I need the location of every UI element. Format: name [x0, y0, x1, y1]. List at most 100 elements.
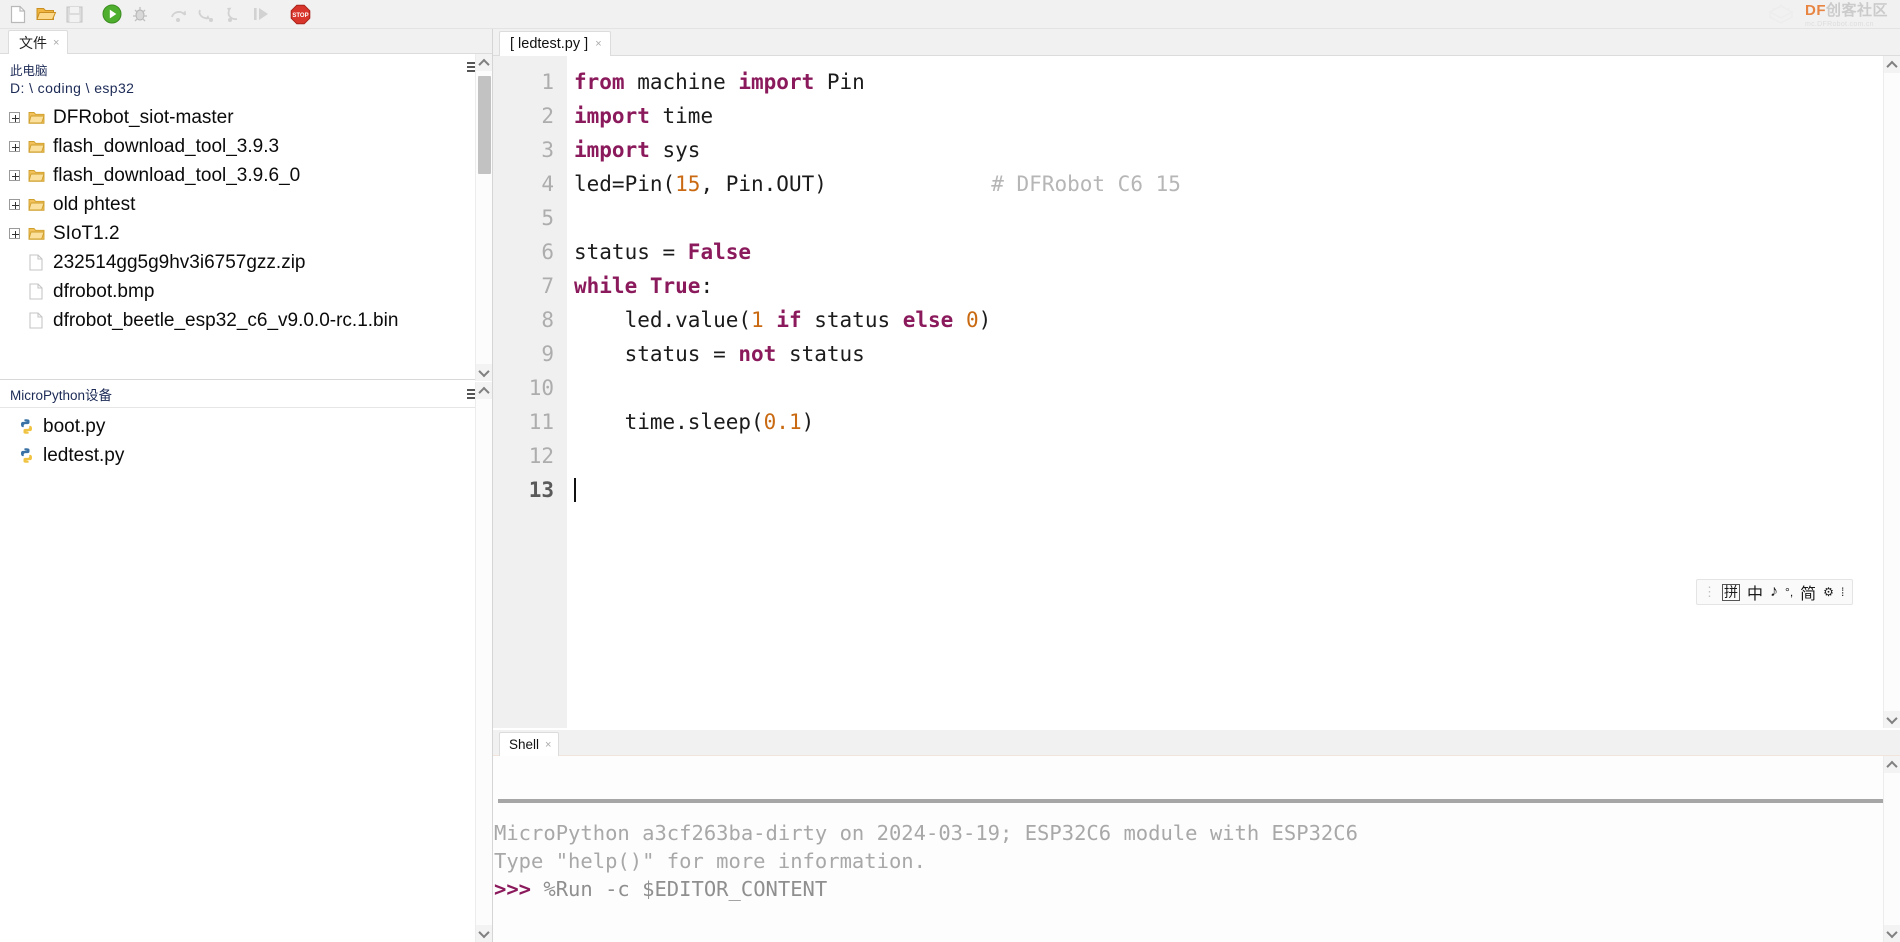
- file-tree: DFRobot_siot-master flash_download_tool_3…: [0, 101, 492, 335]
- tree-item-232514gg5g9hv3i6757gzz-zip[interactable]: 232514gg5g9hv3i6757gzz.zip: [0, 248, 492, 277]
- shell-body[interactable]: MicroPython a3cf263ba-dirty on 2024-03-1…: [493, 756, 1900, 942]
- open-folder-icon[interactable]: [33, 1, 59, 27]
- shell-output: MicroPython a3cf263ba-dirty on 2024-03-1…: [493, 803, 1900, 903]
- ime-punctuation-icon[interactable]: °,: [1785, 585, 1793, 599]
- code-line[interactable]: led=Pin(15, Pin.OUT) # DFRobot C6 15: [574, 167, 1883, 201]
- line-number: 8: [541, 308, 554, 332]
- brand-subtitle: mc.DFRobot.com.cn: [1804, 21, 1874, 28]
- code-line[interactable]: while True:: [574, 269, 1883, 303]
- device-file-boot-py[interactable]: boot.py: [0, 412, 492, 441]
- scroll-up-icon[interactable]: [476, 54, 492, 71]
- code-line[interactable]: [574, 473, 1883, 507]
- scroll-up-icon[interactable]: [1884, 56, 1900, 73]
- ime-more-icon[interactable]: ⁞: [1841, 585, 1844, 599]
- code-token: not: [738, 342, 777, 366]
- close-icon[interactable]: ×: [595, 38, 601, 50]
- brand-cn: 创客社区: [1825, 2, 1888, 19]
- code-line[interactable]: led.value(1 if status else 0): [574, 303, 1883, 337]
- code-token: else: [890, 308, 966, 332]
- close-icon[interactable]: ×: [545, 739, 551, 751]
- files-tabbar: 文件 ×: [0, 29, 492, 54]
- shell-input[interactable]: [493, 756, 1900, 799]
- code-token: time: [662, 104, 714, 128]
- folder-icon: [25, 110, 47, 125]
- code-line[interactable]: [574, 439, 1883, 473]
- code-line[interactable]: [574, 371, 1883, 405]
- code-line[interactable]: import time: [574, 99, 1883, 133]
- tree-item-flash-download-tool-3-9-6-0[interactable]: flash_download_tool_3.9.6_0: [0, 161, 492, 190]
- scrollbar-thumb[interactable]: [478, 76, 491, 174]
- scroll-down-icon[interactable]: [476, 925, 492, 942]
- debug-icon[interactable]: [127, 1, 153, 27]
- ime-language-icon[interactable]: 中: [1747, 580, 1763, 604]
- device-list-scrollbar[interactable]: [475, 382, 492, 942]
- tree-item-dfrobot-siot-master[interactable]: DFRobot_siot-master: [0, 103, 492, 132]
- ime-toolbar[interactable]: ⋮ 拼 中 ♪ °, 简 ⚙ ⁞: [1696, 579, 1854, 605]
- close-icon[interactable]: ×: [53, 37, 59, 49]
- code-token: import: [738, 70, 827, 94]
- code-line[interactable]: [574, 201, 1883, 235]
- code-token: , Pin.OUT): [700, 172, 827, 196]
- new-file-icon[interactable]: [5, 1, 31, 27]
- tab-shell[interactable]: Shell ×: [499, 732, 560, 756]
- tree-item-siot1-2[interactable]: SIoT1.2: [0, 219, 492, 248]
- scroll-down-icon[interactable]: [1884, 925, 1900, 942]
- code-token: True: [649, 274, 701, 298]
- code-token: machine: [637, 70, 739, 94]
- tree-item-dfrobot-bmp[interactable]: dfrobot.bmp: [0, 277, 492, 306]
- tab-files[interactable]: 文件 ×: [8, 30, 69, 54]
- tab-ledtest-py[interactable]: [ ledtest.py ] ×: [499, 31, 611, 56]
- code-token: False: [687, 240, 752, 264]
- shell-tabbar: Shell ×: [493, 730, 1900, 756]
- ime-settings-icon[interactable]: ⚙: [1823, 585, 1834, 599]
- tree-item-label: dfrobot.bmp: [53, 280, 155, 302]
- scroll-up-icon[interactable]: [476, 382, 492, 399]
- code-line[interactable]: status = not status: [574, 337, 1883, 371]
- expand-icon[interactable]: [9, 199, 20, 210]
- code-token: 15: [675, 172, 701, 196]
- tree-item-dfrobot-beetle-esp32-c6-v9-0-0-rc-1-bin[interactable]: dfrobot_beetle_esp32_c6_v9.0.0-rc.1.bin: [0, 306, 492, 335]
- code-token: status =: [574, 342, 739, 366]
- run-icon[interactable]: [99, 1, 125, 27]
- expand-icon[interactable]: [9, 112, 20, 123]
- editor-tabbar: [ ledtest.py ] ×: [493, 29, 1900, 56]
- code-editor[interactable]: 1 2 3 4 5 6 7 8 9 10 11 12 13 from machine import Pi…: [493, 56, 1900, 728]
- editor-scrollbar[interactable]: [1883, 56, 1900, 728]
- file-tree-scrollbar[interactable]: [475, 54, 492, 381]
- expand-icon[interactable]: [9, 141, 20, 152]
- code-token: ): [801, 410, 815, 434]
- tree-item-label: SIoT1.2: [53, 222, 120, 244]
- scroll-down-icon[interactable]: [476, 364, 492, 381]
- line-number: 13: [528, 478, 554, 502]
- code-line[interactable]: status = False: [574, 235, 1883, 269]
- device-file-label: ledtest.py: [43, 444, 125, 466]
- ime-drag-handle[interactable]: ⋮: [1703, 584, 1716, 600]
- device-file-ledtest-py[interactable]: ledtest.py: [0, 441, 492, 470]
- line-number: 9: [541, 342, 554, 366]
- code-line[interactable]: from machine import Pin: [574, 65, 1883, 99]
- save-icon: [61, 1, 87, 27]
- tree-item-flash-download-tool-3-9-3[interactable]: flash_download_tool_3.9.3: [0, 132, 492, 161]
- expand-placeholder: [9, 257, 20, 268]
- folder-icon: [25, 139, 47, 154]
- ime-music-icon[interactable]: ♪: [1770, 583, 1778, 601]
- tab-ledtest-label: [ ledtest.py ]: [510, 36, 589, 52]
- code-token: status =: [574, 240, 688, 264]
- code-line[interactable]: time.sleep(0.1): [574, 405, 1883, 439]
- code-content[interactable]: from machine import Pin import time import…: [567, 56, 1883, 728]
- code-line[interactable]: import sys: [574, 133, 1883, 167]
- shell-scrollbar[interactable]: [1883, 756, 1900, 942]
- scroll-down-icon[interactable]: [1884, 711, 1900, 728]
- tree-item-label: dfrobot_beetle_esp32_c6_v9.0.0-rc.1.bin: [53, 309, 399, 331]
- expand-icon[interactable]: [9, 228, 20, 239]
- tree-item-label: DFRobot_siot-master: [53, 106, 234, 128]
- stop-icon[interactable]: STOP: [287, 1, 313, 27]
- ime-mode-icon[interactable]: 拼: [1722, 583, 1740, 601]
- shell-prompt: >>>: [494, 877, 532, 901]
- expand-icon[interactable]: [9, 170, 20, 181]
- tree-item-old-phtest[interactable]: old phtest: [0, 190, 492, 219]
- scroll-up-icon[interactable]: [1884, 756, 1900, 773]
- ime-simplified-icon[interactable]: 简: [1800, 580, 1816, 604]
- code-token: import: [574, 138, 663, 162]
- code-token: led=Pin(: [574, 172, 676, 196]
